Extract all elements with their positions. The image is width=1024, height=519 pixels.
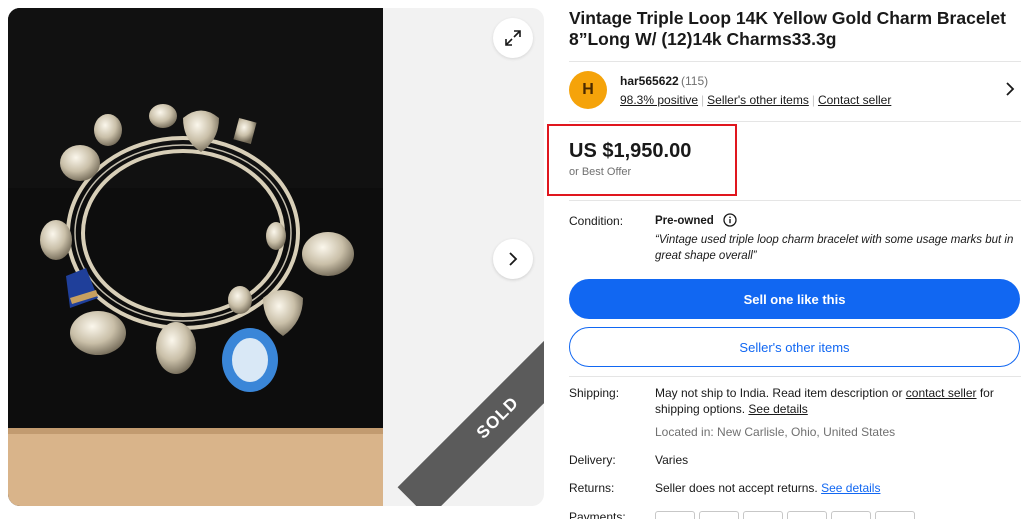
returns-see-details-link[interactable]: See details	[821, 481, 880, 495]
item-price: US $1,950.00	[569, 140, 692, 162]
divider	[569, 61, 1021, 62]
shipping-label: Shipping:	[569, 386, 620, 400]
payment-icons	[655, 511, 915, 519]
item-details: Vintage Triple Loop 14K Yellow Gold Char…	[547, 0, 1024, 519]
image-gallery[interactable]: SOLD	[8, 8, 544, 506]
item-location: Located in: New Carlisle, Ohio, United S…	[655, 425, 896, 439]
chevron-right-icon[interactable]	[1005, 82, 1015, 96]
sold-ribbon: SOLD	[397, 317, 544, 506]
next-image-button[interactable]	[493, 239, 533, 279]
seller-other-items-link[interactable]: Seller's other items	[707, 93, 809, 107]
separator: |	[811, 93, 815, 107]
divider	[569, 121, 1021, 122]
sell-one-like-this-button[interactable]: Sell one like this	[569, 279, 1020, 319]
info-icon[interactable]	[723, 213, 737, 227]
seller-links: 98.3% positive | Seller's other items | Cont…	[620, 93, 891, 107]
seller-name[interactable]: har565622	[620, 74, 679, 88]
contact-seller-link[interactable]: Contact seller	[818, 93, 891, 107]
discover-icon	[831, 511, 871, 519]
shipping-text: May not ship to India. Read item descrip…	[655, 386, 906, 400]
best-offer-label: or Best Offer	[569, 166, 632, 178]
googlepay-icon	[699, 511, 739, 519]
delivery-label: Delivery:	[569, 453, 616, 467]
item-title: Vintage Triple Loop 14K Yellow Gold Char…	[569, 8, 1006, 49]
condition-label: Condition:	[569, 214, 624, 228]
condition-description: “Vintage used triple loop charm bracelet…	[655, 234, 1014, 262]
seller-feedback-count: (115)	[681, 74, 709, 88]
divider	[569, 376, 1021, 377]
positive-feedback-link[interactable]: 98.3% positive	[620, 93, 698, 107]
returns-text: Seller does not accept returns.	[655, 481, 822, 495]
item-photo[interactable]	[8, 8, 383, 506]
bracelet-image	[8, 8, 383, 506]
payments-label: Payments:	[569, 510, 626, 519]
avatar-letter: H	[582, 81, 594, 98]
diners-icon	[875, 511, 915, 519]
divider	[569, 200, 1021, 201]
venmo-icon	[743, 511, 783, 519]
shipping-value: May not ship to India. Read item descrip…	[655, 385, 1023, 417]
mastercard-icon	[787, 511, 827, 519]
paypal-icon	[655, 511, 695, 519]
returns-value: Seller does not accept returns. See deta…	[655, 480, 880, 496]
shipping-see-details-link[interactable]: See details	[748, 402, 807, 416]
returns-label: Returns:	[569, 481, 615, 495]
delivery-value: Varies	[655, 453, 689, 467]
expand-button[interactable]	[493, 18, 533, 58]
seller-card[interactable]: H har565622 (115) 98.3% positive | Seller'…	[569, 70, 1021, 112]
seller-other-items-button[interactable]: Seller's other items	[569, 327, 1020, 367]
contact-seller-link[interactable]: contact seller	[906, 386, 977, 400]
condition-value: Pre-owned	[655, 215, 714, 227]
expand-icon	[505, 30, 521, 46]
separator: |	[701, 93, 705, 107]
chevron-right-icon	[509, 252, 518, 266]
sold-label: SOLD	[472, 392, 523, 443]
seller-avatar[interactable]: H	[569, 71, 607, 109]
